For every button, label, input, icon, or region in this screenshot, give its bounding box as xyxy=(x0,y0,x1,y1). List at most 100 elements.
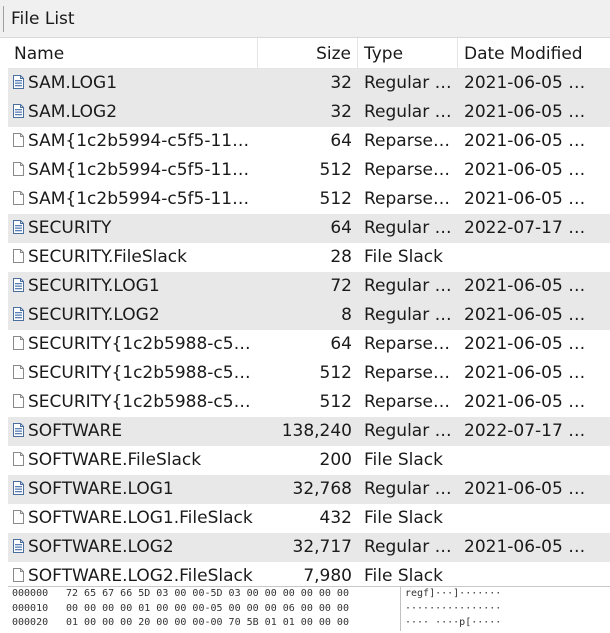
file-row[interactable]: SECURITY.LOG1 72 Regular F... 2021-06-05 오.… xyxy=(8,272,610,301)
registry-file-icon xyxy=(13,476,24,495)
file-name-cell: SECURITY{1c2b5988-c5f5-... xyxy=(8,359,258,388)
blank-file-icon xyxy=(13,157,24,176)
file-name-cell: SOFTWARE xyxy=(8,417,258,446)
file-type: File Slack xyxy=(364,247,443,267)
file-row[interactable]: SAM.LOG1 32 Regular F... 2021-06-05 오... xyxy=(8,69,610,98)
file-name-cell: SECURITY{1c2b5988-c5f5-... xyxy=(8,388,258,417)
file-row[interactable]: SOFTWARE.LOG1.FileSlack 432 File Slack xyxy=(8,504,610,533)
file-row[interactable]: SOFTWARE.LOG1 32,768 Regular F... 2021-06-0… xyxy=(8,475,610,504)
file-name: SAM.LOG1 xyxy=(28,73,118,93)
panel-edge-divider xyxy=(3,6,4,32)
file-name-cell: SAM{1c2b5994-c5f5-11eb... xyxy=(8,185,258,214)
hex-offset: 000000 xyxy=(12,588,49,599)
file-name: SECURITY.LOG1 xyxy=(28,276,160,296)
file-name-cell: SECURITY.LOG2 xyxy=(8,301,258,330)
file-row[interactable]: SAM.LOG2 32 Regular F... 2021-06-05 오... xyxy=(8,98,610,127)
blank-file-icon xyxy=(13,505,24,524)
file-name-cell: SECURITY{1c2b5988-c5f5-... xyxy=(8,330,258,359)
file-type: Regular F... xyxy=(364,218,458,238)
hex-line: 000010 00 00 00 00 01 00 00 00-05 00 00 0… xyxy=(8,601,610,616)
registry-file-icon xyxy=(13,302,24,321)
registry-file-icon xyxy=(13,273,24,292)
hex-ascii: regf]···]······· xyxy=(400,587,501,602)
file-size: 72 xyxy=(330,276,352,296)
file-type: Reparse ... xyxy=(364,160,455,180)
file-list[interactable]: Name Size Type Date Modified SAM.LOG1 32 R… xyxy=(8,38,610,583)
file-name-cell: SOFTWARE.LOG2 xyxy=(8,533,258,562)
file-size: 64 xyxy=(330,334,352,354)
file-row[interactable]: SAM{1c2b5994-c5f5-11eb... 64 Reparse ... 20… xyxy=(8,127,610,156)
file-date-modified: 2021-06-05 오... xyxy=(464,479,601,499)
file-name-cell: SOFTWARE.FileSlack xyxy=(8,446,258,475)
column-header-date-modified[interactable]: Date Modified xyxy=(458,38,610,68)
file-row[interactable]: SOFTWARE.FileSlack 200 File Slack xyxy=(8,446,610,475)
file-size: 432 xyxy=(319,508,352,528)
file-name: SECURITY xyxy=(28,218,112,238)
hex-bytes: 01 00 00 00 20 00 00 00-00 70 5B 01 01 0… xyxy=(66,617,349,628)
panel-title-bar: File List xyxy=(0,0,610,38)
file-row[interactable]: SECURITY{1c2b5988-c5f5-... 512 Reparse ...… xyxy=(8,388,610,417)
file-type: Regular F... xyxy=(364,73,458,93)
file-row[interactable]: SOFTWARE.LOG2 32,717 Regular F... 2021-06-0… xyxy=(8,533,610,562)
file-name-cell: SAM{1c2b5994-c5f5-11eb... xyxy=(8,156,258,185)
file-size: 32 xyxy=(330,73,352,93)
file-list-window: File List Name Size Type Date Modified S… xyxy=(0,0,610,633)
column-header-name[interactable]: Name xyxy=(8,38,258,68)
file-date-modified: 2021-06-05 오... xyxy=(464,131,601,151)
file-date-modified: 2021-06-05 오... xyxy=(464,102,601,122)
file-date-modified: 2021-06-05 오... xyxy=(464,305,601,325)
file-size: 32 xyxy=(330,102,352,122)
file-date-modified: 2021-06-05 오... xyxy=(464,334,601,354)
file-row[interactable]: SECURITY 64 Regular F... 2022-07-17 오... xyxy=(8,214,610,243)
file-type: File Slack xyxy=(364,450,443,470)
file-date-modified xyxy=(458,562,610,583)
hex-bytes: 00 00 00 00 01 00 00 00-05 00 00 00 06 0… xyxy=(66,602,349,614)
file-name: SAM{1c2b5994-c5f5-11eb... xyxy=(28,131,256,151)
file-name: SECURITY{1c2b5988-c5f5-... xyxy=(28,363,256,383)
file-rows: SAM.LOG1 32 Regular F... 2021-06-05 오... SAM… xyxy=(8,69,610,583)
file-row[interactable]: SAM{1c2b5994-c5f5-11eb... 512 Reparse ... 2… xyxy=(8,185,610,214)
panel-title: File List xyxy=(11,9,75,29)
file-name: SAM.LOG2 xyxy=(28,102,118,122)
file-name: SOFTWARE.LOG1 xyxy=(28,479,174,499)
file-type: Regular F... xyxy=(364,421,458,441)
file-type: Regular F... xyxy=(364,537,458,557)
file-name: SECURITY{1c2b5988-c5f5-... xyxy=(28,392,256,412)
hex-line: 000000 72 65 67 66 5D 03 00 00-5D 03 00 0… xyxy=(8,587,610,602)
file-size: 32,768 xyxy=(292,479,352,499)
file-type: Regular F... xyxy=(364,479,458,499)
file-name-cell: SECURITY.LOG1 xyxy=(8,272,258,301)
file-row[interactable]: SOFTWARE 138,240 Regular F... 2022-07-17 오.… xyxy=(8,417,610,446)
file-size: 64 xyxy=(330,218,352,238)
file-name: SECURITY.FileSlack xyxy=(28,247,187,267)
file-size: 7,980 xyxy=(303,566,352,583)
column-header-type[interactable]: Type xyxy=(358,38,458,68)
hex-line: 000020 01 00 00 00 20 00 00 00-00 70 5B 0… xyxy=(8,616,610,631)
file-date-modified xyxy=(458,243,610,272)
column-header-size[interactable]: Size xyxy=(258,38,358,68)
file-name: SECURITY{1c2b5988-c5f5-... xyxy=(28,334,256,354)
file-size: 200 xyxy=(319,450,352,470)
registry-file-icon xyxy=(13,418,24,437)
file-type: Reparse ... xyxy=(364,334,455,354)
hex-offset: 000010 xyxy=(12,602,49,614)
file-row[interactable]: SAM{1c2b5994-c5f5-11eb... 512 Reparse ... 2… xyxy=(8,156,610,185)
file-name: SOFTWARE xyxy=(28,421,123,441)
file-name-cell: SAM.LOG1 xyxy=(8,69,258,98)
file-row[interactable]: SECURITY.LOG2 8 Regular F... 2021-06-05 오..… xyxy=(8,301,610,330)
file-type: File Slack xyxy=(364,566,443,583)
file-name: SOFTWARE.LOG2 xyxy=(28,537,174,557)
file-date-modified: 2021-06-05 오... xyxy=(464,189,601,209)
file-row[interactable]: SECURITY.FileSlack 28 File Slack xyxy=(8,243,610,272)
blank-file-icon xyxy=(13,244,24,263)
file-size: 512 xyxy=(319,392,352,412)
hex-view-panel[interactable]: 000000 72 65 67 66 5D 03 00 00-5D 03 00 0… xyxy=(8,586,610,633)
file-name-cell: SOFTWARE.LOG1.FileSlack xyxy=(8,504,258,533)
blank-file-icon xyxy=(13,389,24,408)
file-row[interactable]: SOFTWARE.LOG2.FileSlack 7,980 File Slack xyxy=(8,562,610,583)
file-size: 64 xyxy=(330,131,352,151)
file-date-modified: 2022-07-17 오... xyxy=(464,421,601,441)
file-row[interactable]: SECURITY{1c2b5988-c5f5-... 512 Reparse ...… xyxy=(8,359,610,388)
file-row[interactable]: SECURITY{1c2b5988-c5f5-... 64 Reparse ... 2… xyxy=(8,330,610,359)
file-type: Reparse ... xyxy=(364,363,455,383)
